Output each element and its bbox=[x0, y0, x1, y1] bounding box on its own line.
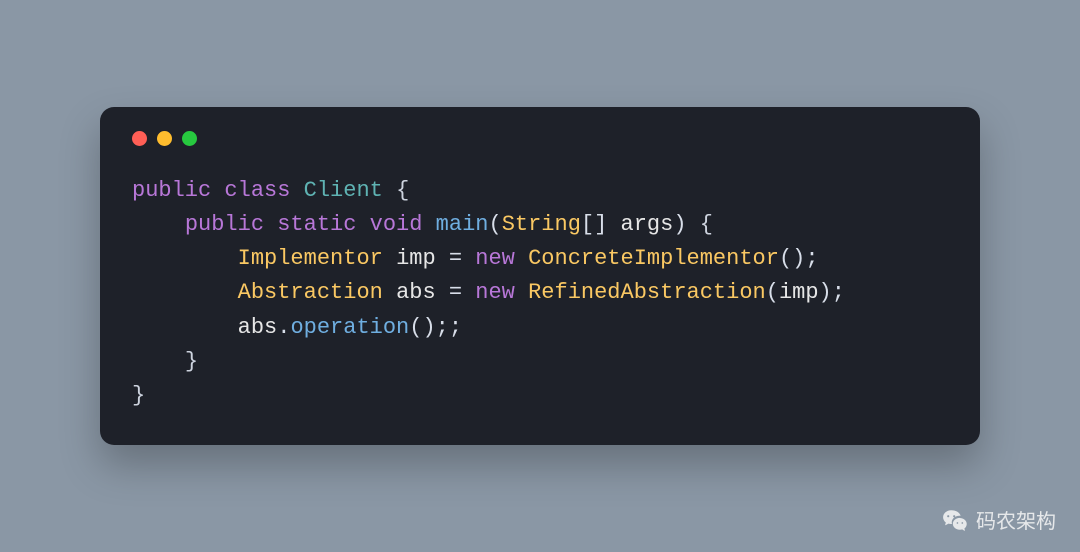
code-token bbox=[383, 178, 396, 203]
watermark-text: 码农架构 bbox=[976, 505, 1056, 534]
code-token bbox=[132, 315, 238, 340]
code-token bbox=[436, 280, 449, 305]
code-token bbox=[132, 349, 185, 374]
code-token: ( bbox=[779, 246, 792, 271]
traffic-lights bbox=[132, 131, 948, 146]
window-maximize-button[interactable] bbox=[182, 131, 197, 146]
code-token: ) bbox=[792, 246, 805, 271]
code-token bbox=[290, 178, 303, 203]
code-token bbox=[687, 212, 700, 237]
code-token bbox=[515, 246, 528, 271]
code-token: ) bbox=[673, 212, 686, 237]
code-token bbox=[607, 212, 620, 237]
code-token: { bbox=[700, 212, 713, 237]
code-token: void bbox=[370, 212, 423, 237]
code-token: ) bbox=[422, 315, 435, 340]
code-token: ; bbox=[805, 246, 818, 271]
code-token: . bbox=[277, 315, 290, 340]
code-token bbox=[132, 246, 238, 271]
wechat-icon bbox=[942, 507, 968, 533]
code-token: args bbox=[621, 212, 674, 237]
code-token bbox=[462, 280, 475, 305]
code-token: public bbox=[132, 178, 211, 203]
code-token: main bbox=[436, 212, 489, 237]
code-token bbox=[515, 280, 528, 305]
code-token: = bbox=[449, 246, 462, 271]
code-token: = bbox=[449, 280, 462, 305]
code-token: public bbox=[185, 212, 264, 237]
code-token: } bbox=[132, 383, 145, 408]
code-token bbox=[132, 212, 185, 237]
watermark: 码农架构 bbox=[942, 505, 1056, 534]
code-token bbox=[383, 280, 396, 305]
window-close-button[interactable] bbox=[132, 131, 147, 146]
code-token: ( bbox=[766, 280, 779, 305]
code-token: ; bbox=[449, 315, 462, 340]
code-token: imp bbox=[396, 246, 436, 271]
code-token bbox=[132, 280, 238, 305]
code-token bbox=[211, 178, 224, 203]
code-window: public class Client { public static void… bbox=[100, 107, 980, 445]
code-token: new bbox=[475, 246, 515, 271]
code-block: public class Client { public static void… bbox=[132, 174, 948, 413]
code-token: operation bbox=[290, 315, 409, 340]
code-token: ( bbox=[488, 212, 501, 237]
code-token bbox=[383, 246, 396, 271]
code-token: imp bbox=[779, 280, 819, 305]
code-token: ; bbox=[832, 280, 845, 305]
code-token: String bbox=[502, 212, 581, 237]
code-token bbox=[264, 212, 277, 237]
window-minimize-button[interactable] bbox=[157, 131, 172, 146]
code-token: class bbox=[224, 178, 290, 203]
code-token: Abstraction bbox=[238, 280, 383, 305]
code-token: RefinedAbstraction bbox=[528, 280, 766, 305]
code-token: { bbox=[396, 178, 409, 203]
code-token: new bbox=[475, 280, 515, 305]
code-token: static bbox=[277, 212, 356, 237]
code-token: abs bbox=[396, 280, 436, 305]
code-token: ) bbox=[819, 280, 832, 305]
code-token: Implementor bbox=[238, 246, 383, 271]
code-token: abs bbox=[238, 315, 278, 340]
code-token: [] bbox=[581, 212, 607, 237]
code-token bbox=[436, 246, 449, 271]
code-token bbox=[462, 246, 475, 271]
code-token: ConcreteImplementor bbox=[528, 246, 779, 271]
code-token bbox=[356, 212, 369, 237]
code-token: ; bbox=[436, 315, 449, 340]
code-token bbox=[422, 212, 435, 237]
code-token: } bbox=[185, 349, 198, 374]
code-token: ( bbox=[409, 315, 422, 340]
code-token: Client bbox=[304, 178, 383, 203]
